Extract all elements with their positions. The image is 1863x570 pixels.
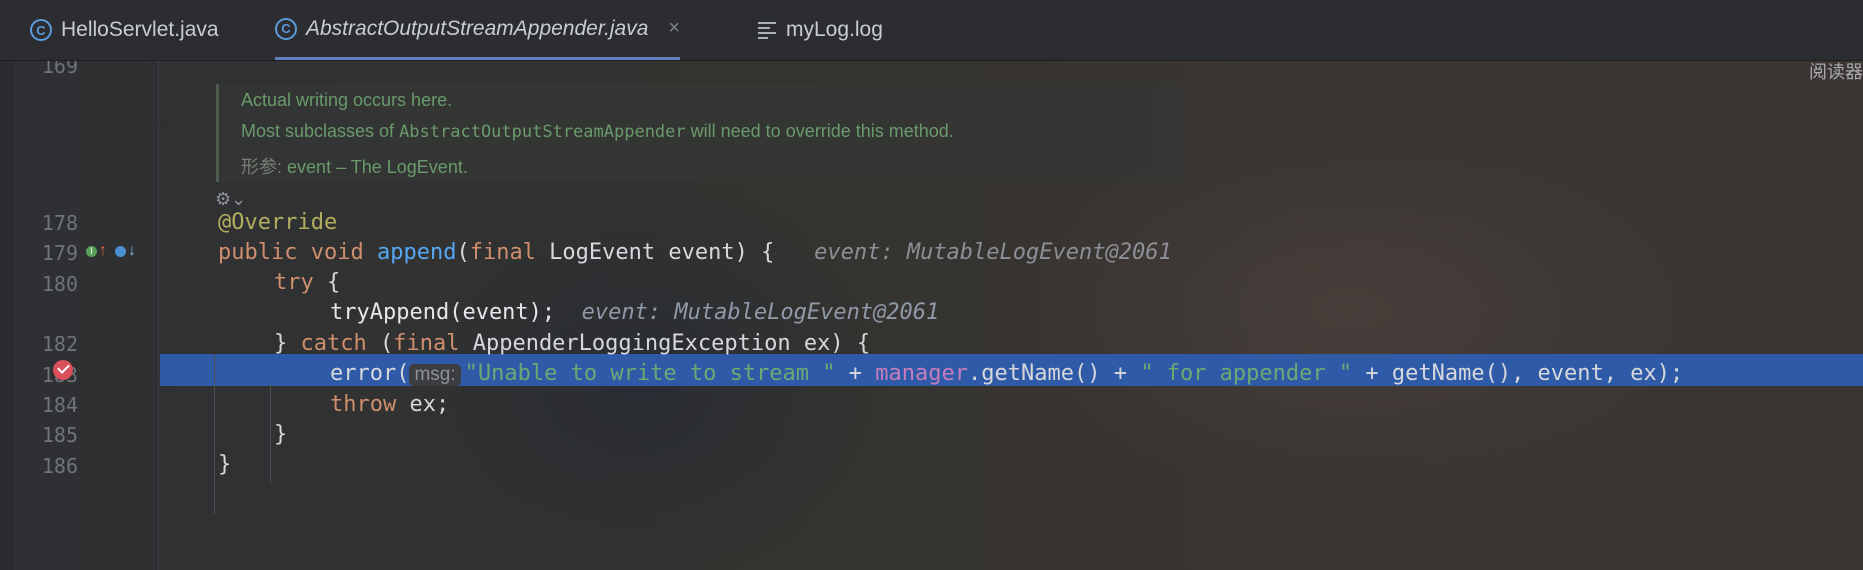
gutter-divider	[158, 60, 159, 570]
tool-window-strip	[0, 60, 14, 570]
code-line: public void append(final LogEvent event)…	[218, 240, 1172, 265]
reader-mode-button[interactable]: 阅读器	[1809, 58, 1863, 84]
code-line: } catch (final AppenderLoggingException …	[274, 331, 871, 356]
code-line: }	[274, 422, 288, 447]
code-editor[interactable]: 169 178 179 180 182 183 184 185 186 I ↑ …	[0, 54, 1863, 570]
arrow-up-icon: ↑	[99, 242, 107, 259]
arrow-down-icon: ↓	[128, 242, 136, 259]
code-line: tryAppend(event); event: MutableLogEvent…	[330, 300, 940, 325]
tab-label: AbstractOutputStreamAppender.java	[306, 16, 649, 40]
code-line: }	[218, 452, 232, 477]
code-line: @Override	[218, 210, 338, 235]
line-number: 185	[41, 423, 78, 447]
breakpoint-icon[interactable]	[53, 360, 73, 380]
java-class-icon: C	[275, 17, 297, 40]
line-number: 179	[41, 241, 78, 265]
java-class-icon: C	[30, 19, 52, 41]
tab-label: HelloServlet.java	[61, 18, 219, 41]
implements-icon[interactable]: I	[86, 245, 97, 257]
line-number: 180	[41, 272, 78, 296]
line-number: 182	[41, 332, 78, 356]
ai-assistant-icon[interactable]: ⚙⌄	[215, 189, 246, 210]
overridden-icon[interactable]	[115, 245, 126, 257]
tab-helloservlet[interactable]: C HelloServlet.java	[30, 0, 219, 60]
close-icon[interactable]: ×	[668, 17, 680, 40]
line-number: 186	[41, 454, 78, 478]
doc-line: Most subclasses of AbstractOutputStreamA…	[241, 121, 954, 142]
rendered-javadoc: Actual writing occurs here. Most subclas…	[216, 84, 1183, 182]
doc-param: 形参: event – The LogEvent.	[241, 157, 468, 177]
line-number: 184	[41, 393, 78, 417]
parameter-hint: msg:	[409, 364, 461, 386]
text-file-icon	[758, 19, 776, 42]
code-line: try {	[274, 270, 341, 295]
doc-line: Actual writing occurs here.	[241, 90, 453, 110]
gutter-markers-179[interactable]: I ↑ ↓	[86, 242, 136, 260]
line-number: 178	[41, 211, 78, 235]
indent-guide	[270, 384, 271, 484]
tab-abstract-output-stream-appender[interactable]: C AbstractOutputStreamAppender.java ×	[275, 0, 681, 60]
editor-tab-bar: C HelloServlet.java C AbstractOutputStre…	[0, 0, 1863, 61]
indent-guide	[214, 354, 215, 514]
code-line: error(msg: "Unable to write to stream " +…	[330, 361, 1684, 386]
tab-label: myLog.log	[786, 18, 883, 41]
tab-mylog[interactable]: myLog.log	[758, 0, 883, 60]
code-line: throw ex;	[330, 392, 450, 417]
